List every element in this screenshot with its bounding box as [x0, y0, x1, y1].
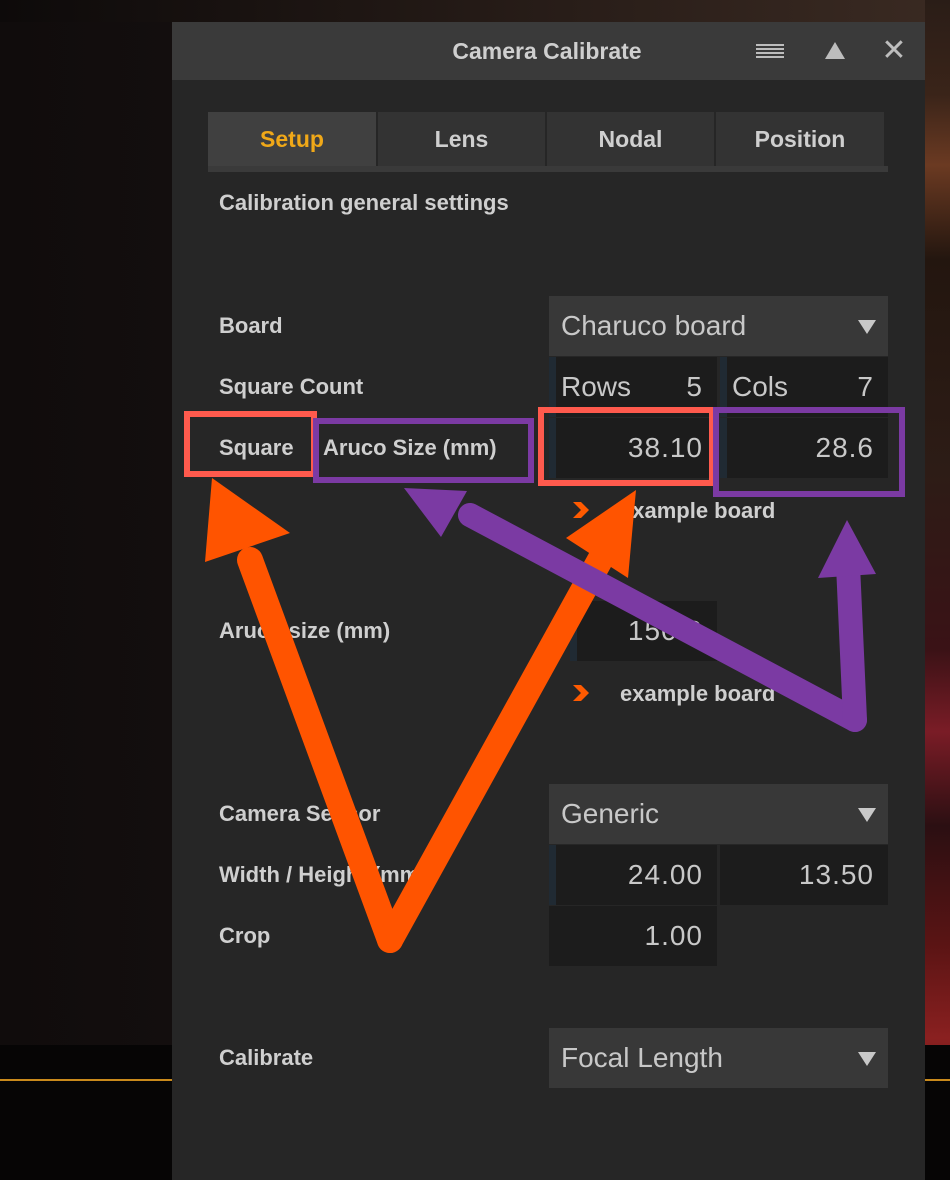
- cols-label: Cols: [732, 371, 789, 402]
- timeline-line: [0, 1079, 172, 1081]
- tab-lens[interactable]: Lens: [378, 112, 545, 166]
- tab-nodal[interactable]: Nodal: [547, 112, 714, 166]
- crop-label: Crop: [219, 923, 271, 948]
- dropdown-arrow-icon: [858, 320, 876, 334]
- calibrate-label: Calibrate: [219, 1045, 314, 1070]
- background-bottom-panel-right: [925, 1045, 950, 1180]
- title-bar[interactable]: Camera Calibrate ✕: [172, 22, 925, 80]
- width-field[interactable]: 24.00: [549, 845, 717, 905]
- crop-field[interactable]: 1.00: [549, 906, 717, 966]
- rows-value: 5: [686, 371, 703, 402]
- timeline-line-right: [925, 1079, 950, 1081]
- window-title: Camera Calibrate: [452, 38, 642, 64]
- square-label: Square: [219, 435, 294, 460]
- background-photo-strip: [925, 0, 950, 1180]
- cols-field[interactable]: Cols 7: [720, 357, 888, 417]
- width-height-label: Width / Height (mm): [219, 862, 427, 887]
- cols-value: 7: [857, 371, 874, 402]
- square-size-value: 38.10: [627, 432, 703, 463]
- rows-label: Rows: [561, 371, 632, 402]
- example-board-text-1: example board: [620, 498, 776, 523]
- menu-icon[interactable]: [750, 31, 790, 71]
- width-value: 24.00: [627, 859, 703, 890]
- chevron-right-icon: [573, 502, 589, 518]
- camera-sensor-dropdown[interactable]: Generic: [549, 784, 888, 844]
- background-top: [0, 0, 950, 22]
- square-size-field[interactable]: 38.10: [549, 418, 717, 478]
- aruco-size-value-2: 150.0: [627, 615, 703, 646]
- camera-sensor-value: Generic: [561, 798, 660, 829]
- tab-setup[interactable]: Setup: [208, 112, 376, 166]
- chevron-right-icon: [573, 685, 589, 701]
- camera-sensor-label: Camera Sensor: [219, 801, 381, 826]
- board-value: Charuco board: [561, 310, 747, 341]
- camera-calibrate-window: Camera Calibrate ✕ Setup Lens Nodal Posi…: [172, 22, 925, 1180]
- tab-position[interactable]: Position: [716, 112, 884, 166]
- aruco-size-value: 28.6: [815, 432, 874, 463]
- board-dropdown[interactable]: Charuco board: [549, 296, 888, 356]
- tab-underline: [208, 166, 888, 172]
- example-board-link-1[interactable]: example board: [570, 498, 775, 524]
- height-value: 13.50: [798, 859, 874, 890]
- tab-bar: Setup Lens Nodal Position: [208, 112, 888, 166]
- aruco-size-label: Aruco Size (mm): [323, 435, 497, 460]
- dropdown-arrow-icon: [858, 808, 876, 822]
- square-count-label: Square Count: [219, 374, 364, 399]
- aruco-size-label-2: Aruco size (mm): [219, 618, 391, 643]
- collapse-up-icon[interactable]: [815, 31, 855, 71]
- aruco-size-field[interactable]: 28.6: [720, 418, 888, 478]
- example-board-text-2: example board: [620, 681, 776, 706]
- board-label: Board: [219, 313, 283, 338]
- background-bottom-panel: [0, 1045, 172, 1180]
- calibrate-value: Focal Length: [561, 1042, 723, 1073]
- rows-field[interactable]: Rows 5: [549, 357, 717, 417]
- example-board-link-2[interactable]: example board: [570, 681, 775, 707]
- close-icon[interactable]: ✕: [874, 31, 914, 71]
- dropdown-arrow-icon: [858, 1052, 876, 1066]
- aruco-size-field-2[interactable]: 150.0: [570, 601, 717, 661]
- height-field[interactable]: 13.50: [720, 845, 888, 905]
- crop-value: 1.00: [644, 920, 703, 951]
- section-title: Calibration general settings: [219, 190, 509, 215]
- calibrate-dropdown[interactable]: Focal Length: [549, 1028, 888, 1088]
